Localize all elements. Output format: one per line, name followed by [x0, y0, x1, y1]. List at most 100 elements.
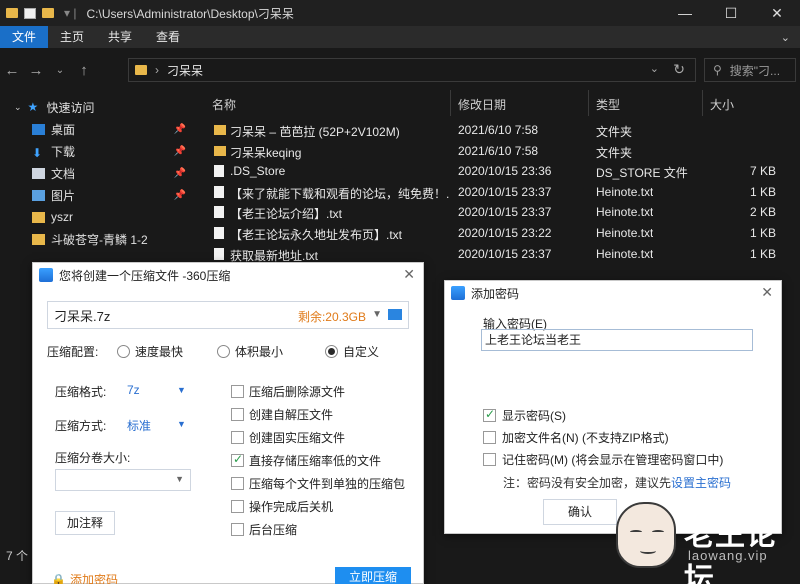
checkbox[interactable] [231, 431, 244, 444]
properties-icon[interactable] [24, 7, 36, 19]
tab-file[interactable]: 文件 [0, 26, 49, 48]
method-select[interactable]: 标准 [127, 417, 151, 434]
checkbox[interactable] [231, 523, 244, 536]
tab-share[interactable]: 共享 [96, 26, 144, 48]
close-icon[interactable]: ✕ [761, 284, 773, 301]
radio-button[interactable] [217, 345, 230, 358]
add-password-link[interactable]: 🔒 添加密码 [51, 571, 118, 584]
file-row[interactable]: 【来了就能下载和观看的论坛，纯免费！... 2020/10/15 23:37 H… [196, 182, 800, 203]
column-divider[interactable] [588, 90, 589, 116]
back-button[interactable]: ← [0, 62, 24, 79]
recent-dropdown-icon[interactable]: ⌄ [48, 65, 72, 76]
encrypt-filenames-option[interactable]: 加密文件名(N) (不支持ZIP格式) [483, 429, 669, 446]
checkbox[interactable] [231, 500, 244, 513]
close-window-button[interactable]: ✕ [754, 0, 800, 26]
set-master-password-link[interactable]: 设置主密码 [671, 476, 731, 490]
add-comment-button[interactable]: 加注释 [55, 511, 115, 535]
option-store-low-ratio[interactable]: 直接存储压缩率低的文件 [231, 452, 381, 469]
chevron-down-icon[interactable]: ▼ [177, 419, 186, 429]
chevron-down-icon[interactable]: ▼ [175, 474, 184, 484]
option-solid[interactable]: 创建固实压缩文件 [231, 429, 345, 446]
pin-icon: 📌 [173, 189, 186, 201]
split-size-select[interactable]: ▼ [55, 469, 191, 491]
refresh-icon[interactable]: ↻ [673, 61, 685, 78]
option-label: 压缩后删除源文件 [249, 385, 346, 399]
browse-folder-icon[interactable] [388, 309, 402, 320]
option-delete-source[interactable]: 压缩后删除源文件 [231, 383, 345, 400]
sidebar-item-yszr[interactable]: yszr [0, 206, 192, 228]
column-size[interactable]: 大小 [710, 96, 734, 113]
file-date: 2021/6/10 7:58 [458, 123, 539, 137]
chevron-down-icon[interactable]: ⌄ [781, 31, 790, 44]
column-name[interactable]: 名称 [212, 96, 236, 113]
address-bar[interactable]: › 刁呆呆 ⌄ ↻ [128, 58, 696, 82]
option-shutdown[interactable]: 操作完成后关机 [231, 498, 333, 515]
pin-icon: 📌 [173, 145, 186, 157]
minimize-button[interactable]: — [662, 0, 708, 26]
file-row[interactable]: 刁呆呆 – 芭芭拉 (52P+2V102M) 2021/6/10 7:58 文件… [196, 120, 800, 141]
search-input[interactable]: ⚲ 搜索"刁... [704, 58, 796, 82]
radio-button[interactable] [117, 345, 130, 358]
file-size: 1 KB [750, 225, 777, 240]
maximize-button[interactable]: ☐ [708, 0, 754, 26]
archive-filename-input[interactable]: 刁呆呆.7z 剩余:20.3GB ▼ [47, 301, 409, 329]
archive-filename: 刁呆呆.7z [54, 308, 111, 324]
folder-icon [32, 233, 45, 245]
column-date[interactable]: 修改日期 [458, 96, 506, 113]
show-password-option[interactable]: 显示密码(S) [483, 407, 566, 424]
column-type[interactable]: 类型 [596, 96, 620, 113]
file-date: 2020/10/15 23:37 [458, 205, 552, 220]
mode-smallest[interactable]: 体积最小 [217, 343, 283, 360]
sidebar-item-pictures[interactable]: 图片 📌 [0, 184, 192, 206]
format-select[interactable]: 7z [127, 383, 140, 397]
file-row[interactable]: 【老王论坛介绍】.txt 2020/10/15 23:37 Heinote.tx… [196, 202, 800, 223]
mode-custom[interactable]: 自定义 [325, 343, 379, 360]
option-separate-archives[interactable]: 压缩每个文件到单独的压缩包 [231, 475, 405, 492]
tab-view[interactable]: 查看 [144, 26, 192, 48]
lock-icon: 🔒 [51, 572, 66, 584]
close-icon[interactable]: ✕ [403, 266, 415, 283]
column-divider[interactable] [450, 90, 451, 116]
mode-label: 速度最快 [135, 345, 184, 359]
checkbox-checked[interactable] [231, 452, 244, 467]
checkbox[interactable] [231, 477, 244, 490]
sidebar-item-quick-access[interactable]: ⌄ ★ 快速访问 [0, 96, 192, 118]
checkbox[interactable] [483, 453, 496, 466]
file-icon [214, 165, 224, 178]
remember-password-option[interactable]: 记住密码(M) (将会显示在管理密码窗口中) [483, 451, 723, 468]
checkbox-checked[interactable] [483, 407, 496, 422]
start-compress-button[interactable]: 立即压缩 [335, 567, 411, 584]
option-background[interactable]: 后台压缩 [231, 521, 297, 538]
column-divider[interactable] [702, 90, 703, 116]
sidebar-item-downloads[interactable]: ⬇ 下载 📌 [0, 140, 192, 162]
file-row[interactable]: 刁呆呆keqing 2021/6/10 7:58 文件夹 [196, 141, 800, 162]
dialog-title: 添加密码 [471, 286, 520, 301]
sidebar-item-folder[interactable]: 斗破苍穹-青鳞 1-2 [0, 228, 192, 250]
up-button[interactable]: ↑ [72, 62, 96, 79]
breadcrumb[interactable]: 刁呆呆 [167, 62, 203, 79]
confirm-button[interactable]: 确认 [543, 499, 617, 525]
chevron-down-icon[interactable]: ▼ [177, 385, 186, 395]
text-file-icon [214, 247, 224, 260]
mode-fastest[interactable]: 速度最快 [117, 343, 183, 360]
address-dropdown-icon[interactable]: ⌄ [650, 62, 659, 75]
chevron-down-icon[interactable]: ▼ [372, 309, 382, 320]
tab-home[interactable]: 主页 [48, 26, 96, 48]
checkbox[interactable] [483, 431, 496, 444]
text-file-icon [214, 226, 224, 239]
file-type: Heinote.txt [596, 205, 654, 220]
sidebar-item-desktop[interactable]: 桌面 📌 [0, 118, 192, 140]
expand-chevron-icon[interactable]: ⌄ [14, 102, 22, 113]
file-size: 7 KB [750, 164, 777, 179]
new-folder-icon[interactable] [42, 8, 54, 18]
option-label: 创建自解压文件 [249, 408, 334, 422]
file-row[interactable]: 【老王论坛永久地址发布页】.txt 2020/10/15 23:22 Heino… [196, 223, 800, 244]
forward-button[interactable]: → [24, 62, 48, 79]
checkbox[interactable] [231, 408, 244, 421]
radio-button-selected[interactable] [325, 345, 338, 358]
file-row[interactable]: .DS_Store 2020/10/15 23:36 DS_STORE 文件 7… [196, 161, 800, 182]
password-input[interactable]: 上老王论坛当老王 [481, 329, 753, 351]
sidebar-item-documents[interactable]: 文档 📌 [0, 162, 192, 184]
checkbox[interactable] [231, 385, 244, 398]
option-self-extract[interactable]: 创建自解压文件 [231, 406, 333, 423]
